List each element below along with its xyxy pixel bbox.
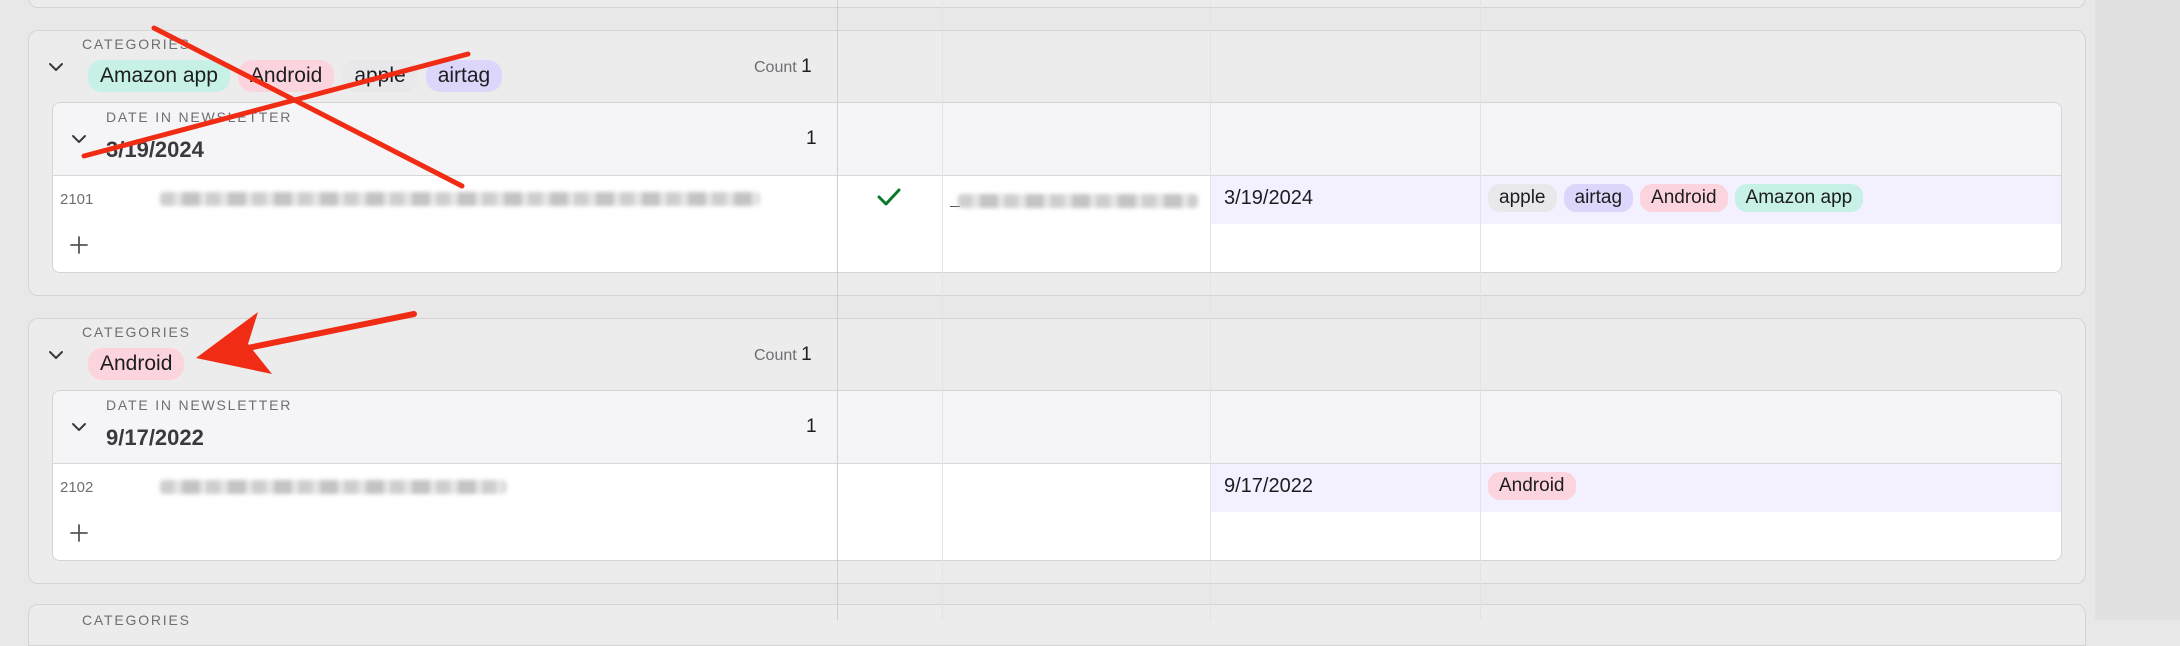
date-subgroup xyxy=(52,390,2062,561)
record-tags[interactable]: Android xyxy=(1488,472,1583,500)
add-row-area xyxy=(53,224,2061,272)
tag-pill: Android xyxy=(237,60,335,92)
checkmark-icon[interactable] xyxy=(876,186,902,208)
next-group-panel xyxy=(28,604,2086,646)
count-value: 1 xyxy=(801,344,812,365)
tag-pill: Android xyxy=(88,348,185,380)
record-tags[interactable]: apple airtag Android Amazon app xyxy=(1488,184,1870,212)
tag-pill: Android xyxy=(1488,472,1576,500)
previous-group-panel xyxy=(28,0,2086,8)
redacted-link[interactable] xyxy=(958,194,1198,208)
tag-pill: Amazon app xyxy=(88,60,230,92)
count-label: Count xyxy=(754,59,797,76)
group-field-label: CATEGORIES xyxy=(82,612,191,628)
add-record-icon[interactable] xyxy=(68,234,90,256)
row-number: 2101 xyxy=(60,191,94,208)
subgroup-field-label: DATE IN NEWSLETTER xyxy=(106,397,293,413)
subgroup-date: 3/19/2024 xyxy=(106,137,204,162)
date-cell[interactable]: 3/19/2024 xyxy=(1224,187,1313,210)
date-cell[interactable]: 9/17/2022 xyxy=(1224,475,1313,498)
add-record-icon[interactable] xyxy=(68,522,90,544)
window-edge xyxy=(2095,0,2180,620)
count-value: 1 xyxy=(801,56,812,77)
tag-pill: Android xyxy=(1640,184,1728,212)
tag-pill: airtag xyxy=(1563,184,1634,212)
redacted-title xyxy=(160,480,506,494)
subgroup-count: 1 xyxy=(806,128,817,149)
column-divider xyxy=(1480,0,1481,620)
group-tags: Android xyxy=(88,348,192,380)
subgroup-field-label: DATE IN NEWSLETTER xyxy=(106,109,293,125)
count-label: Count xyxy=(754,347,797,364)
chevron-down-icon[interactable] xyxy=(68,128,90,150)
column-divider xyxy=(942,0,943,620)
chevron-down-icon[interactable] xyxy=(45,344,67,366)
frozen-column-divider xyxy=(837,0,838,620)
chevron-down-icon[interactable] xyxy=(45,56,67,78)
column-divider xyxy=(1210,0,1211,620)
subgroup-header xyxy=(53,391,2061,463)
subgroup-date: 9/17/2022 xyxy=(106,425,204,450)
redacted-title xyxy=(160,192,760,206)
tag-pill: apple xyxy=(342,60,418,92)
group-count: Count 1 xyxy=(754,344,812,366)
subgroup-header xyxy=(53,103,2061,175)
tag-pill: apple xyxy=(1488,184,1557,212)
tag-pill: airtag xyxy=(425,60,503,92)
group-tags: Amazon app Android apple airtag xyxy=(88,60,510,92)
row-highlight xyxy=(1211,464,2061,512)
group-field-label: CATEGORIES xyxy=(82,324,191,340)
tag-pill: Amazon app xyxy=(1734,184,1864,212)
group-count: Count 1 xyxy=(754,56,812,78)
chevron-down-icon[interactable] xyxy=(68,416,90,438)
row-number: 2102 xyxy=(60,479,94,496)
add-row-area xyxy=(53,512,2061,560)
group-field-label: CATEGORIES xyxy=(82,36,191,52)
subgroup-count: 1 xyxy=(806,416,817,437)
